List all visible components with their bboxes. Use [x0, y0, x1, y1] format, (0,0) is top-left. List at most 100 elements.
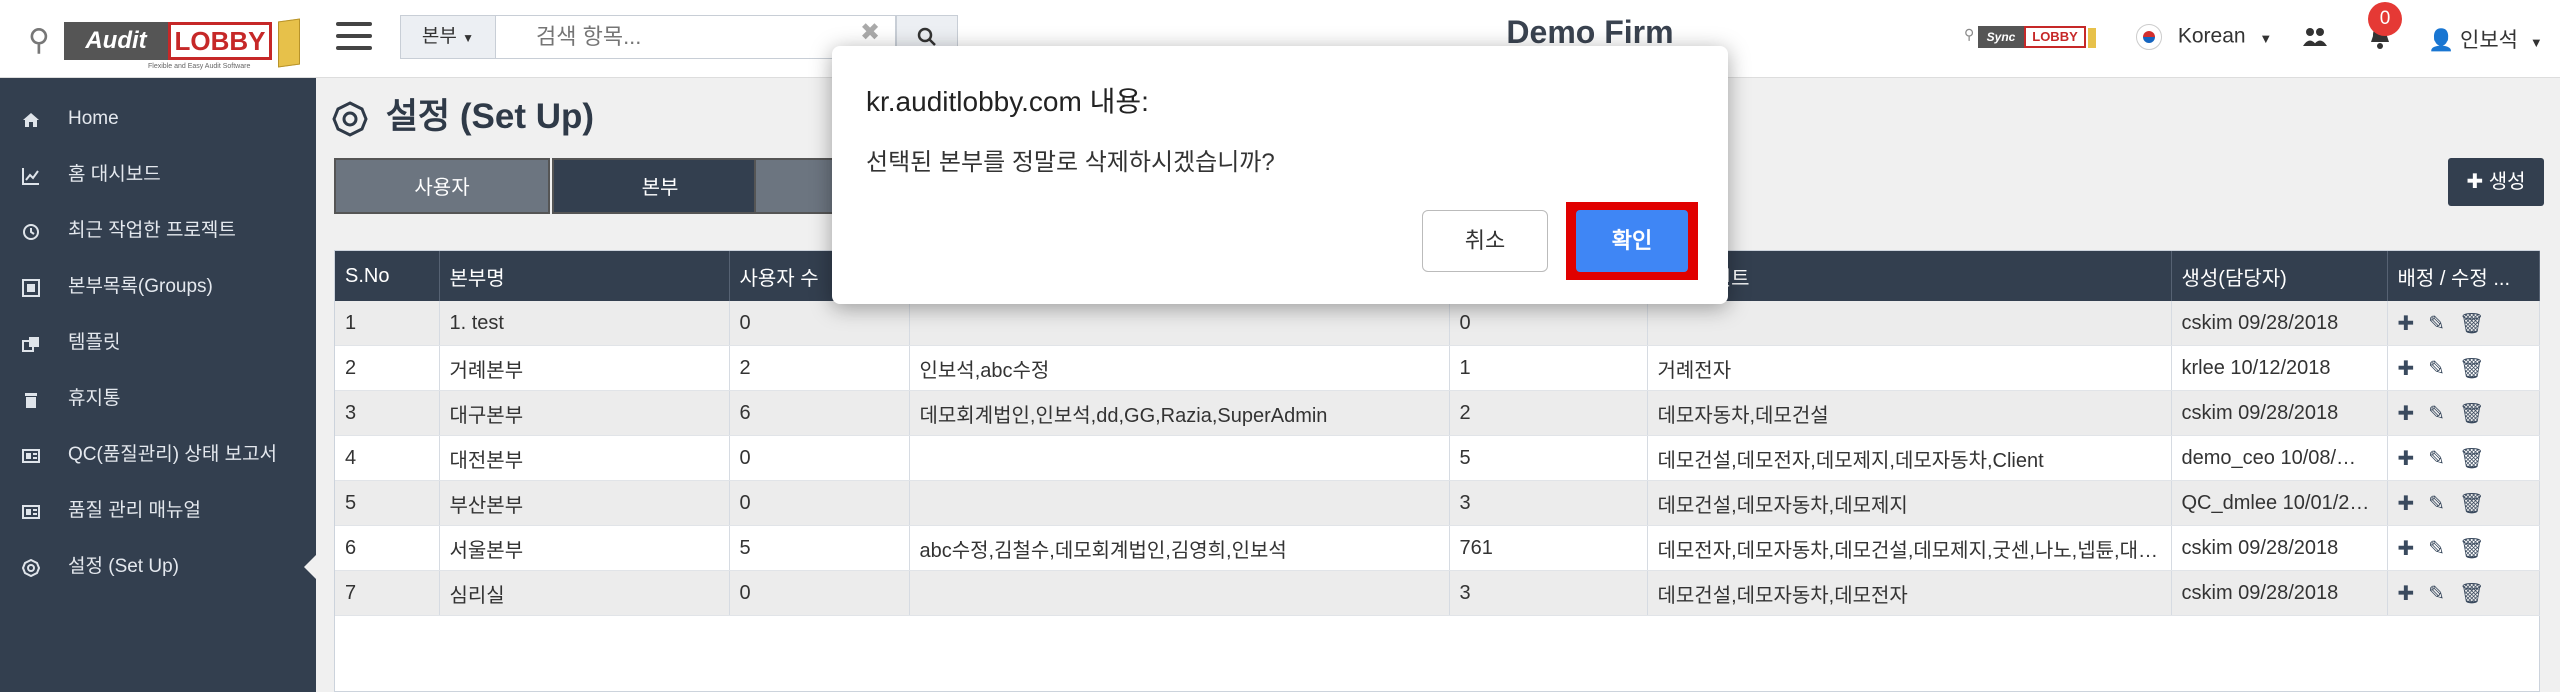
delete-trash-icon[interactable]: 🗑 [2459, 491, 2484, 516]
assign-plus-icon[interactable]: ✚ [2398, 401, 2415, 426]
table-row[interactable]: 2 거례본부 2 인보석,abc수정 1 거례전자 krlee 10/12/2018 ✚ ✎ 🗑 [335, 345, 2540, 391]
table-cell: cskim 09/28/2018 [2171, 570, 2388, 616]
sidebar-item-trash[interactable]: 휴지통 [0, 374, 316, 424]
table-cell: 6 [729, 390, 910, 436]
sidebar-item-dashboard[interactable]: 홈 대시보드 [0, 150, 316, 200]
edit-pencil-icon[interactable]: ✎ [2428, 401, 2445, 426]
auditlobby-logo[interactable]: ⚲ Audit LOBBY Flexible and Easy Audit So… [28, 16, 300, 70]
table-cell: 부산본부 [439, 480, 730, 526]
table-cell [1647, 301, 2172, 346]
page-title: 설정 (Set Up) [332, 88, 594, 139]
table-cell: 5 [335, 480, 440, 526]
cancel-button[interactable]: 취소 [1422, 210, 1548, 272]
table-cell: 거례본부 [439, 345, 730, 391]
sidebar-item-groups[interactable]: 본부목록(Groups) [0, 262, 316, 312]
gear-icon [332, 101, 368, 137]
edit-pencil-icon[interactable]: ✎ [2428, 536, 2445, 561]
table-row[interactable]: 4 대전본부 0 5 데모건설,데모전자,데모제지,데모자동차,Client demo_c… [335, 435, 2540, 481]
table-row[interactable]: 1 1. test 0 0 cskim 09/28/2018 ✚ ✎ 🗑 [335, 301, 2540, 346]
sidebar-item-setup[interactable]: 설정 (Set Up) [0, 542, 316, 592]
language-selector[interactable]: Korean ▼ [2136, 24, 2272, 50]
create-button[interactable]: ✚ 생성 [2448, 158, 2544, 206]
table-cell: 1 [335, 301, 440, 346]
delete-trash-icon[interactable]: 🗑 [2459, 356, 2484, 381]
sync-lobby-text: LOBBY [2024, 26, 2086, 48]
table-cell: 데모자동차,데모건설 [1647, 390, 2172, 436]
table-cell: QC_dmlee 10/01/2… [2171, 480, 2388, 526]
assign-plus-icon[interactable]: ✚ [2398, 491, 2415, 516]
column-header[interactable]: 본부명 [439, 251, 730, 301]
table-cell: 3 [335, 390, 440, 436]
sidebar-item-qc-manual[interactable]: 품질 관리 매뉴얼 [0, 486, 316, 536]
column-header[interactable]: 배정 / 수정 ... [2387, 251, 2540, 301]
table-row[interactable]: 5 부산본부 0 3 데모건설,데모자동차,데모제지 QC_dmlee 10/01/2… ✚… [335, 480, 2540, 526]
edit-pencil-icon[interactable]: ✎ [2428, 581, 2445, 606]
gear-icon [22, 559, 40, 577]
table-cell: 거례전자 [1647, 345, 2172, 391]
table-cell: abc수정,김철수,데모회계법인,김영희,인보석 [909, 525, 1450, 571]
column-header[interactable]: S.No [335, 251, 440, 301]
user-menu[interactable]: 👤 인보석 ▼ [2428, 24, 2543, 54]
menu-toggle-button[interactable] [336, 22, 372, 52]
row-actions: ✚ ✎ 🗑 [2387, 435, 2540, 481]
column-header[interactable]: 생성(담당자) [2171, 251, 2388, 301]
delete-trash-icon[interactable]: 🗑 [2459, 401, 2484, 426]
table-cell: 대전본부 [439, 435, 730, 481]
search-scope-dropdown[interactable]: 본부 ▼ [400, 15, 496, 59]
home-icon [23, 113, 39, 127]
sidebar-item-label: 휴지통 [68, 388, 121, 409]
sidebar-item-recent-projects[interactable]: 최근 작업한 프로젝트 [0, 206, 316, 256]
sidebar-item-label: 최근 작업한 프로젝트 [68, 220, 236, 241]
clear-search-icon[interactable]: ✖ [860, 18, 880, 47]
table-cell: 2 [729, 345, 910, 391]
assign-plus-icon[interactable]: ✚ [2398, 356, 2415, 381]
trash-icon [25, 393, 37, 408]
table-cell: 5 [729, 525, 910, 571]
sync-book-icon [2088, 28, 2096, 48]
table-row[interactable]: 7 심리실 0 3 데모건설,데모자동차,데모전자 cskim 09/28/2018 ✚ ✎ 🗑 [335, 570, 2540, 616]
delete-trash-icon[interactable]: 🗑 [2459, 536, 2484, 561]
delete-trash-icon[interactable]: 🗑 [2459, 311, 2484, 336]
tab-groups[interactable]: 본부 [552, 158, 768, 214]
assign-plus-icon[interactable]: ✚ [2398, 446, 2415, 471]
table-row[interactable]: 3 대구본부 6 데모회계법인,인보석,dd,GG,Razia,SuperAdmin 2… [335, 390, 2540, 436]
assign-plus-icon[interactable]: ✚ [2398, 311, 2415, 336]
delete-trash-icon[interactable]: 🗑 [2459, 446, 2484, 471]
tab-other[interactable] [754, 158, 834, 214]
page-title-text: 설정 (Set Up) [385, 97, 595, 136]
logo-tagline: Flexible and Easy Audit Software [148, 63, 251, 70]
row-actions: ✚ ✎ 🗑 [2387, 480, 2540, 526]
users-icon[interactable] [2302, 26, 2328, 53]
table-row[interactable]: 6 서울본부 5 abc수정,김철수,데모회계법인,김영희,인보석 761 데모전자,데모… [335, 525, 2540, 571]
edit-pencil-icon[interactable]: ✎ [2428, 446, 2445, 471]
edit-pencil-icon[interactable]: ✎ [2428, 491, 2445, 516]
search-scope-label: 본부 [421, 26, 457, 47]
table-cell: 2 [335, 345, 440, 391]
sidebar-item-label: 설정 (Set Up) [68, 556, 179, 577]
sidebar-item-label: 본부목록(Groups) [68, 276, 213, 297]
assign-plus-icon[interactable]: ✚ [2398, 581, 2415, 606]
sidebar-item-qc-report[interactable]: QC(품질관리) 상태 보고서 [0, 430, 316, 480]
table-cell: 0 [729, 435, 910, 481]
table-cell: cskim 09/28/2018 [2171, 525, 2388, 571]
dialog-title: kr.auditlobby.com 내용: [866, 86, 1149, 117]
table-cell: 서울본부 [439, 525, 730, 571]
confirm-dialog: kr.auditlobby.com 내용: 선택된 본부를 정말로 삭제하시겠습… [832, 46, 1728, 304]
user-name: 인보석 [2460, 29, 2518, 52]
confirm-button[interactable]: 확인 [1576, 210, 1688, 272]
synclobby-logo[interactable]: ⚲ Sync LOBBY [1964, 26, 2102, 50]
korea-flag-icon [2136, 24, 2162, 50]
assign-plus-icon[interactable]: ✚ [2398, 536, 2415, 561]
table-cell: 6 [335, 525, 440, 571]
row-actions: ✚ ✎ 🗑 [2387, 301, 2540, 346]
sidebar-item-templates[interactable]: 템플릿 [0, 318, 316, 368]
tab-users[interactable]: 사용자 [334, 158, 550, 214]
edit-pencil-icon[interactable]: ✎ [2428, 356, 2445, 381]
table-cell: 데모건설,데모자동차,데모제지 [1647, 480, 2172, 526]
delete-trash-icon[interactable]: 🗑 [2459, 581, 2484, 606]
language-label: Korean [2177, 24, 2246, 48]
table-cell: demo_ceo 10/08/… [2171, 435, 2388, 481]
sidebar-item-home[interactable]: Home [0, 94, 316, 144]
edit-pencil-icon[interactable]: ✎ [2428, 311, 2445, 336]
table-body: 1 1. test 0 0 cskim 09/28/2018 ✚ ✎ 🗑 2 거례본부 2 인보석,a… [335, 301, 2540, 616]
